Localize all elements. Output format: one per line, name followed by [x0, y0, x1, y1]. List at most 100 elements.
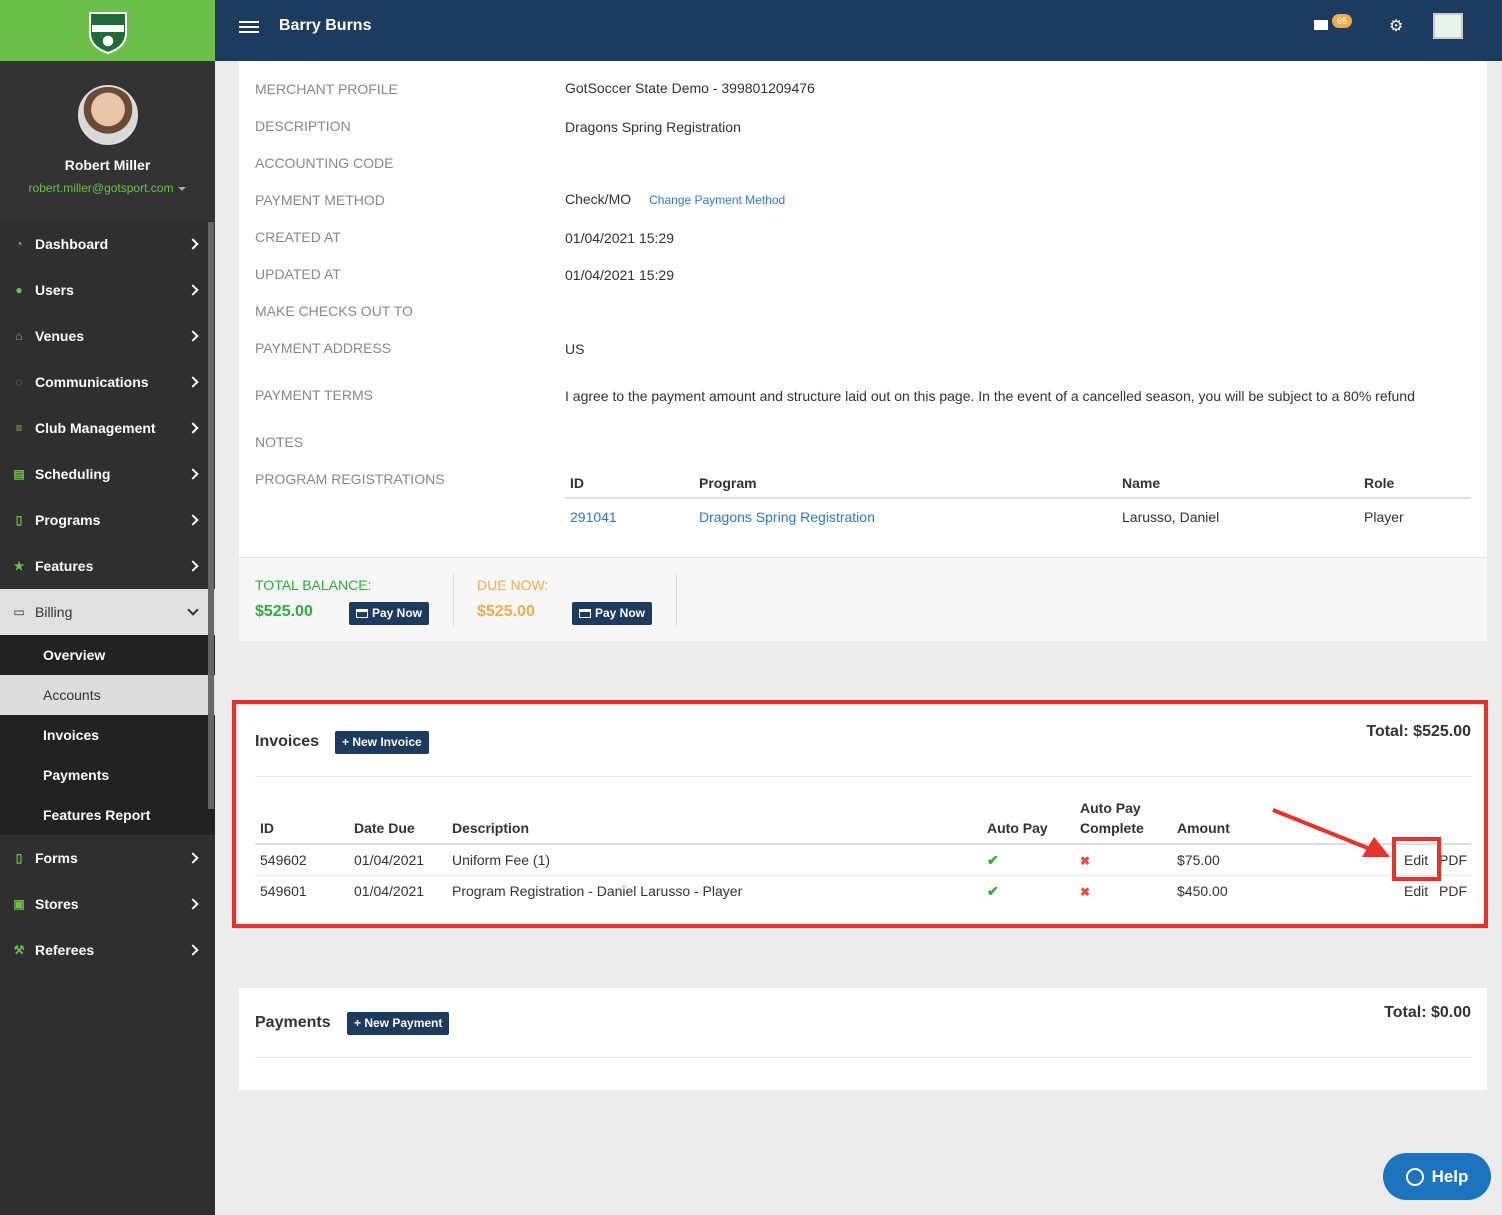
merchant-profile-label: MERCHANT PROFILE	[255, 81, 398, 97]
chevron-down-icon	[187, 604, 199, 616]
credit-card-icon	[579, 609, 591, 618]
col-id-header: ID	[570, 475, 584, 491]
club-management-icon: ≡	[15, 421, 23, 435]
sidebar-subitem-invoices[interactable]: Invoices	[0, 715, 215, 755]
registration-role: Player	[1364, 509, 1404, 525]
payment-terms-value: I agree to the payment amount and struct…	[565, 388, 1415, 404]
scheduling-icon: ▤	[13, 467, 25, 481]
forms-icon: ▯	[15, 851, 23, 865]
sidebar-subitem-overview[interactable]: Overview	[0, 635, 215, 675]
chevron-right-icon	[187, 330, 199, 342]
payments-panel: Payments + New Payment Total: $0.00	[239, 988, 1487, 1090]
pay-now-button-due[interactable]: Pay Now	[572, 602, 653, 625]
updated-at-value: 01/04/2021 15:29	[565, 267, 674, 283]
payment-address-label: PAYMENT ADDRESS	[255, 340, 392, 356]
balance-bar: TOTAL BALANCE: $525.00 Pay Now DUE NOW: …	[239, 557, 1487, 641]
notes-label: NOTES	[255, 434, 304, 450]
sidebar-item-referees[interactable]: ⚒ Referees	[0, 927, 215, 973]
help-button[interactable]: Help	[1383, 1153, 1491, 1200]
sidebar-item-programs[interactable]: ▯ Programs	[0, 497, 215, 543]
payment-address-value: US	[565, 341, 585, 357]
club-logo-icon	[88, 11, 127, 54]
logo-area[interactable]	[0, 0, 215, 61]
page-title: Barry Burns	[279, 17, 372, 34]
mail-icon[interactable]	[1314, 20, 1328, 30]
col-program-header: Program	[699, 475, 757, 491]
gear-icon[interactable]: ⚙	[1389, 16, 1403, 36]
sidebar-item-features[interactable]: ★ Features	[0, 543, 215, 589]
sidebar-item-stores[interactable]: ▣ Stores	[0, 881, 215, 927]
top-header: Barry Burns 65 ⚙	[215, 0, 1502, 61]
header-avatar[interactable]	[1433, 13, 1463, 39]
payment-terms-label: PAYMENT TERMS	[255, 387, 373, 403]
sidebar-nav: ◔ Dashboard ● Users ⌂ Venues ◌ Communication…	[0, 221, 215, 973]
table-row: 291041 Dragons Spring Registration Larus…	[565, 499, 1471, 533]
sidebar-scrollbar[interactable]	[208, 222, 214, 809]
user-profile: Robert Miller robert.miller@gotsport.com	[0, 61, 215, 221]
sidebar-item-communications[interactable]: ◌ Communications	[0, 359, 215, 405]
due-now-label: DUE NOW:	[477, 577, 549, 593]
chevron-right-icon	[187, 944, 199, 956]
annotation-edit-box	[1392, 837, 1441, 881]
sidebar-item-dashboard[interactable]: ◔ Dashboard	[0, 221, 215, 267]
programs-icon: ▯	[15, 513, 23, 527]
divider	[255, 1057, 1471, 1058]
total-balance-amount: $525.00	[255, 603, 313, 620]
chevron-right-icon	[187, 560, 199, 572]
chevron-right-icon	[187, 514, 199, 526]
updated-at-label: UPDATED AT	[255, 266, 341, 282]
annotation-arrow-icon	[1272, 808, 1390, 857]
payment-method-label: PAYMENT METHOD	[255, 192, 385, 208]
payments-total: Total: $0.00	[1384, 1004, 1471, 1021]
sidebar: Robert Miller robert.miller@gotsport.com…	[0, 0, 215, 1215]
sidebar-item-users[interactable]: ● Users	[0, 267, 215, 313]
registrations-table: ID Program Name Role 291041 Dragons Spri…	[565, 467, 1471, 533]
divider	[676, 574, 677, 626]
description-value: Dragons Spring Registration	[565, 119, 741, 135]
profile-email-dropdown[interactable]: robert.miller@gotsport.com	[29, 181, 187, 195]
merchant-profile-value: GotSoccer State Demo - 399801209476	[565, 80, 815, 96]
stores-icon: ▣	[13, 897, 25, 911]
sidebar-subitem-payments[interactable]: Payments	[0, 755, 215, 795]
sidebar-item-scheduling[interactable]: ▤ Scheduling	[0, 451, 215, 497]
col-role-header: Role	[1364, 475, 1395, 491]
chevron-right-icon	[187, 898, 199, 910]
sidebar-item-billing[interactable]: ▭ Billing	[0, 589, 215, 635]
divider	[453, 574, 454, 626]
communications-icon: ◌	[15, 375, 23, 389]
chevron-right-icon	[187, 422, 199, 434]
accounting-code-label: ACCOUNTING CODE	[255, 155, 394, 171]
make-checks-label: MAKE CHECKS OUT TO	[255, 303, 413, 319]
registration-program-link[interactable]: Dragons Spring Registration	[699, 509, 875, 525]
hamburger-menu-icon[interactable]	[239, 21, 259, 33]
venues-icon: ⌂	[15, 329, 23, 343]
sidebar-subitem-accounts[interactable]: Accounts	[0, 675, 215, 715]
mail-count-badge: 65	[1332, 14, 1353, 28]
change-payment-method-link[interactable]: Change Payment Method	[649, 193, 785, 207]
sidebar-subitem-features-report[interactable]: Features Report	[0, 795, 215, 835]
col-name-header: Name	[1122, 475, 1161, 491]
credit-card-icon	[356, 609, 368, 618]
dashboard-icon: ◔	[15, 237, 23, 251]
registration-id-link[interactable]: 291041	[570, 509, 617, 525]
new-payment-button[interactable]: + New Payment	[347, 1012, 450, 1035]
created-at-value: 01/04/2021 15:29	[565, 230, 674, 246]
referees-icon: ⚒	[13, 943, 25, 957]
total-balance-label: TOTAL BALANCE:	[255, 577, 372, 593]
registration-name: Larusso, Daniel	[1122, 509, 1220, 525]
chat-bubble-icon	[1405, 1167, 1424, 1186]
account-details-panel: MERCHANT PROFILE GotSoccer State Demo - …	[239, 61, 1487, 557]
pay-now-button-total[interactable]: Pay Now	[349, 602, 430, 625]
program-registrations-label: PROGRAM REGISTRATIONS	[255, 471, 445, 487]
sidebar-item-venues[interactable]: ⌂ Venues	[0, 313, 215, 359]
profile-email: robert.miller@gotsport.com	[28, 181, 174, 195]
star-icon: ★	[13, 559, 25, 573]
payment-method-row: Check/MO Change Payment Method	[565, 191, 785, 207]
billing-icon: ▭	[13, 605, 25, 619]
payment-method-value: Check/MO	[565, 191, 632, 207]
sidebar-item-forms[interactable]: ▯ Forms	[0, 835, 215, 881]
chevron-right-icon	[187, 284, 199, 296]
sidebar-item-club-management[interactable]: ≡ Club Management	[0, 405, 215, 451]
table-header-row: ID Program Name Role	[565, 467, 1471, 499]
caret-down-icon	[178, 186, 187, 191]
